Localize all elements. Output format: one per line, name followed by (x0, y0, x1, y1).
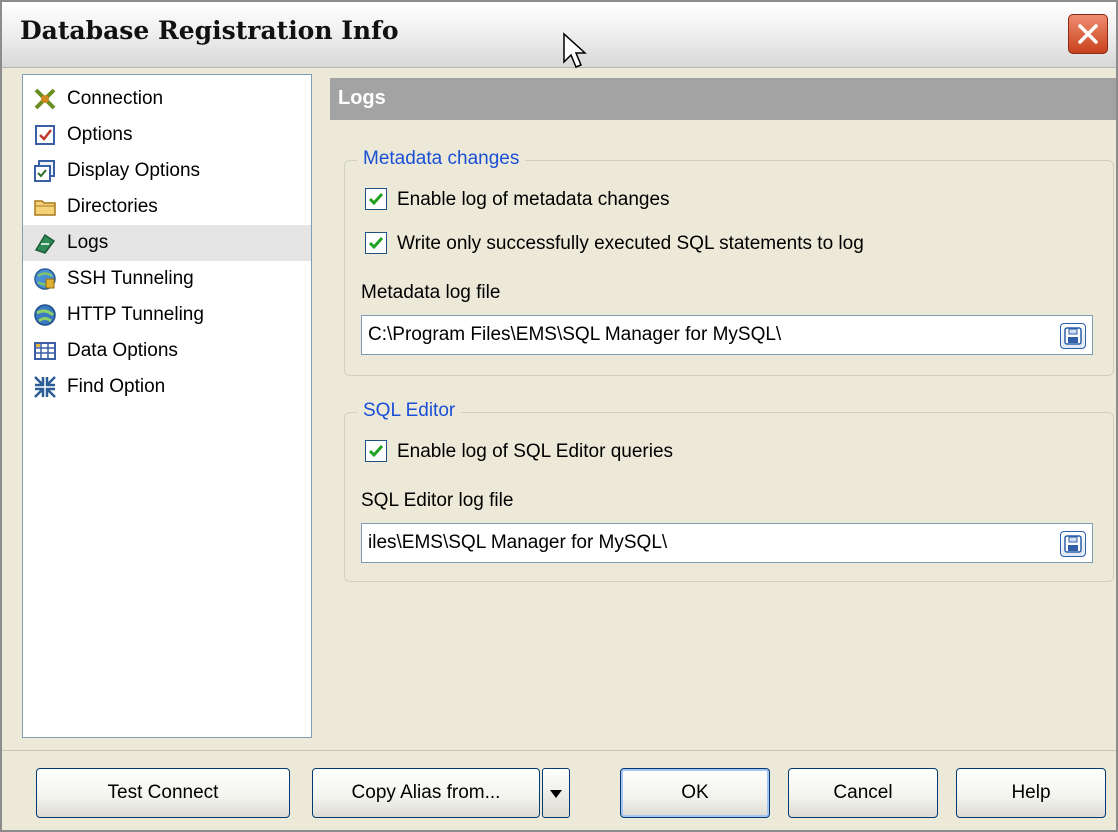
nav-item-logs[interactable]: Logs (23, 225, 311, 261)
ok-button[interactable]: OK (620, 768, 770, 818)
ssh-icon (34, 268, 56, 290)
window-title: Database Registration Info (20, 16, 399, 45)
nav-item-find-option[interactable]: Find Option (23, 369, 311, 405)
browse-button[interactable] (1060, 531, 1086, 557)
find-option-icon (34, 376, 56, 398)
save-disk-icon (1064, 327, 1082, 345)
browse-button[interactable] (1060, 323, 1086, 349)
help-button[interactable]: Help (956, 768, 1106, 818)
nav-item-label: Connection (67, 88, 164, 109)
mouse-cursor-icon (563, 32, 587, 68)
options-icon (35, 125, 55, 145)
nav-item-options[interactable]: Options (23, 117, 311, 153)
group-legend: Metadata changes (357, 148, 526, 170)
nav-item-http-tunneling[interactable]: HTTP Tunneling (23, 297, 311, 333)
close-icon (1078, 24, 1098, 44)
copy-alias-dropdown-button[interactable] (542, 768, 570, 818)
nav-item-ssh-tunneling[interactable]: SSH Tunneling (23, 261, 311, 297)
connection-icon (34, 88, 56, 110)
checkbox-label: Enable log of metadata changes (397, 189, 670, 210)
nav-item-label: Find Option (67, 376, 166, 397)
settings-tree: Connection Options Display Options Direc… (22, 74, 312, 738)
nav-item-label: HTTP Tunneling (67, 304, 204, 325)
chevron-down-icon (550, 790, 562, 798)
checkbox-label: Write only successfully executed SQL sta… (397, 233, 864, 254)
nav-item-display-options[interactable]: Display Options (23, 153, 311, 189)
save-disk-icon (1064, 535, 1082, 553)
display-options-icon (34, 160, 55, 182)
nav-item-label: Display Options (67, 160, 201, 181)
close-button[interactable] (1068, 14, 1108, 54)
nav-item-label: Directories (67, 196, 158, 217)
metadata-log-file-input[interactable] (368, 316, 1028, 354)
dialog-window: Database Registration Info Connection Op… (0, 0, 1118, 832)
copy-alias-button[interactable]: Copy Alias from... (312, 768, 540, 818)
metadata-changes-group: Metadata changes Enable log of metadata … (344, 148, 1114, 376)
logs-icon (34, 233, 56, 254)
divider (2, 750, 1116, 751)
check-mark-icon (368, 445, 384, 458)
http-icon (34, 304, 56, 326)
nav-item-label: Options (67, 124, 133, 145)
nav-item-label: Logs (67, 232, 109, 253)
group-legend: SQL Editor (357, 400, 462, 422)
field-label: SQL Editor log file (361, 490, 514, 511)
nav-item-directories[interactable]: Directories (23, 189, 311, 225)
folder-icon (34, 200, 56, 216)
enable-sql-editor-log-checkbox[interactable] (365, 440, 387, 462)
sql-editor-group: SQL Editor Enable log of SQL Editor quer… (344, 400, 1114, 582)
title-bar: Database Registration Info (2, 2, 1116, 68)
panel-title: Logs (338, 87, 386, 109)
cancel-button[interactable]: Cancel (788, 768, 938, 818)
nav-item-connection[interactable]: Connection (23, 81, 311, 117)
nav-item-label: SSH Tunneling (67, 268, 194, 289)
success-only-checkbox[interactable] (365, 232, 387, 254)
checkbox-label: Enable log of SQL Editor queries (397, 441, 674, 462)
metadata-log-file-field[interactable] (361, 315, 1093, 355)
sql-editor-log-file-field[interactable] (361, 523, 1093, 563)
panel-header: Logs (330, 78, 1116, 120)
enable-metadata-log-checkbox[interactable] (365, 188, 387, 210)
field-label: Metadata log file (361, 282, 501, 303)
test-connect-button[interactable]: Test Connect (36, 768, 290, 818)
data-options-icon (34, 342, 56, 360)
sql-editor-log-file-input[interactable] (368, 524, 1028, 562)
check-mark-icon (368, 237, 384, 250)
check-mark-icon (368, 193, 384, 206)
nav-item-label: Data Options (67, 340, 178, 361)
nav-item-data-options[interactable]: Data Options (23, 333, 311, 369)
